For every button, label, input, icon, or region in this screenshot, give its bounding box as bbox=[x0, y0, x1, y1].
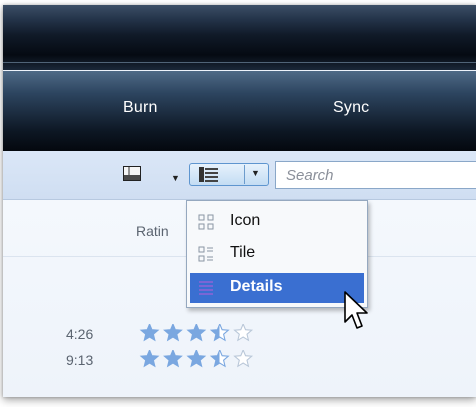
layout-options-button[interactable] bbox=[119, 164, 155, 186]
view-dropdown-menu: Icon Tile Details bbox=[186, 200, 368, 308]
menu-item-tile[interactable]: Tile bbox=[190, 239, 364, 269]
star-icon[interactable] bbox=[139, 324, 160, 342]
track-length: 4:26 bbox=[66, 326, 94, 342]
star-icon[interactable] bbox=[233, 350, 254, 368]
column-header-rating[interactable]: Ratin bbox=[136, 223, 169, 239]
title-bar bbox=[3, 5, 476, 70]
mouse-cursor-icon bbox=[344, 291, 368, 329]
layout-pane-icon bbox=[123, 166, 141, 181]
tab-sync[interactable]: Sync bbox=[333, 99, 369, 117]
star-icon[interactable] bbox=[139, 350, 160, 368]
star-icon[interactable] bbox=[209, 350, 230, 368]
menu-item-label: Tile bbox=[230, 244, 256, 261]
icon-view-icon bbox=[198, 214, 214, 230]
tab-burn[interactable]: Burn bbox=[123, 99, 158, 117]
details-view-icon bbox=[199, 281, 213, 295]
star-icon[interactable] bbox=[163, 350, 183, 368]
chevron-down-icon[interactable]: ▼ bbox=[171, 173, 180, 183]
media-player-window: Burn Sync ▼ ▼ Search Ratin 4:26 9:13 Ico… bbox=[3, 5, 476, 397]
menu-item-icon[interactable]: Icon bbox=[190, 207, 364, 237]
library-toolbar: ▼ ▼ Search bbox=[3, 151, 476, 200]
menu-item-details[interactable]: Details bbox=[190, 273, 364, 303]
chevron-down-icon[interactable]: ▼ bbox=[251, 168, 260, 178]
star-icon[interactable] bbox=[233, 324, 254, 342]
tile-view-icon bbox=[198, 246, 213, 262]
star-icon[interactable] bbox=[186, 324, 207, 342]
search-input[interactable]: Search bbox=[275, 161, 476, 189]
star-icon[interactable] bbox=[209, 324, 230, 342]
star-icon[interactable] bbox=[163, 324, 183, 342]
star-icon[interactable] bbox=[186, 350, 207, 368]
tab-bar: Burn Sync bbox=[3, 71, 476, 151]
view-options-button[interactable]: ▼ bbox=[189, 163, 269, 186]
menu-item-label: Details bbox=[230, 278, 283, 295]
details-view-icon bbox=[199, 167, 218, 182]
menu-item-label: Icon bbox=[230, 212, 261, 229]
rating-stars[interactable] bbox=[132, 350, 267, 368]
rating-stars[interactable] bbox=[132, 324, 267, 342]
search-placeholder: Search bbox=[286, 167, 334, 184]
screenshot-frame: Burn Sync ▼ ▼ Search Ratin 4:26 9:13 Ico… bbox=[0, 0, 476, 407]
track-length: 9:13 bbox=[66, 352, 94, 368]
